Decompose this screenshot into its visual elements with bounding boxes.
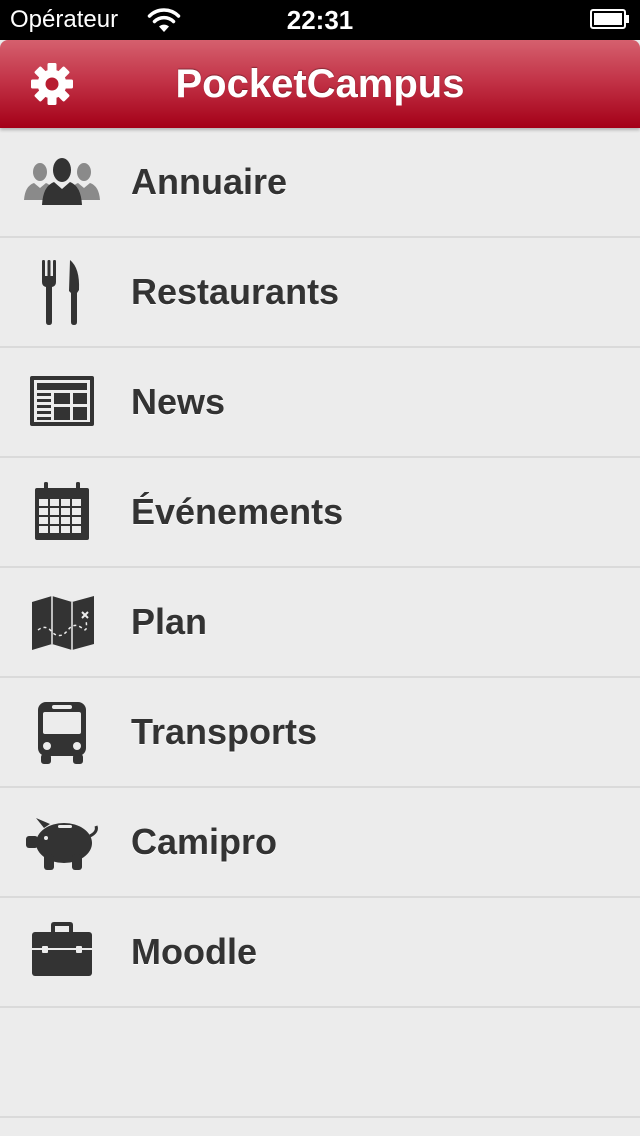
briefcase-icon [32,922,92,976]
menu-item-news[interactable]: News [0,348,640,458]
piggy-bank-icon [26,818,98,870]
calendar-icon [35,482,89,540]
menu-item-label: Moodle [131,931,257,972]
menu-item-annuaire[interactable]: Annuaire [0,128,640,238]
menu-item-moodle[interactable]: Moodle [0,898,640,1008]
settings-button[interactable] [22,54,82,114]
menu-item-restaurants[interactable]: Restaurants [0,238,640,348]
people-icon [24,158,100,205]
battery-icon [590,9,629,29]
app-title: PocketCampus [175,62,465,106]
app-screen: Opérateur 22:31 PocketCampus Annuaire Re… [0,0,640,1136]
menu-item-label: Annuaire [131,161,288,202]
menu-item-evenements[interactable]: Événements [0,458,640,568]
menu-item-camipro[interactable]: Camipro [0,788,640,898]
menu-item-label: News [131,381,226,422]
list-bottom-separator [0,1116,640,1118]
gear-icon [31,63,73,105]
status-time: 22:31 [286,5,354,35]
newspaper-icon [30,376,94,426]
menu-item-label: Restaurants [131,271,340,312]
menu-item-plan[interactable]: Plan [0,568,640,678]
status-bar: Opérateur 22:31 [0,0,640,40]
fork-knife-icon [42,260,80,325]
menu-item-label: Plan [131,601,208,642]
menu-item-transports[interactable]: Transports [0,678,640,788]
navigation-bar: PocketCampus [0,40,640,128]
menu-item-label: Transports [131,711,318,752]
menu-item-label: Événements [131,491,344,532]
map-icon [32,596,94,650]
menu-item-label: Camipro [131,821,278,862]
plugin-menu-list: Annuaire Restaurants News Événements Pla… [0,128,640,1008]
bus-icon [38,702,86,764]
